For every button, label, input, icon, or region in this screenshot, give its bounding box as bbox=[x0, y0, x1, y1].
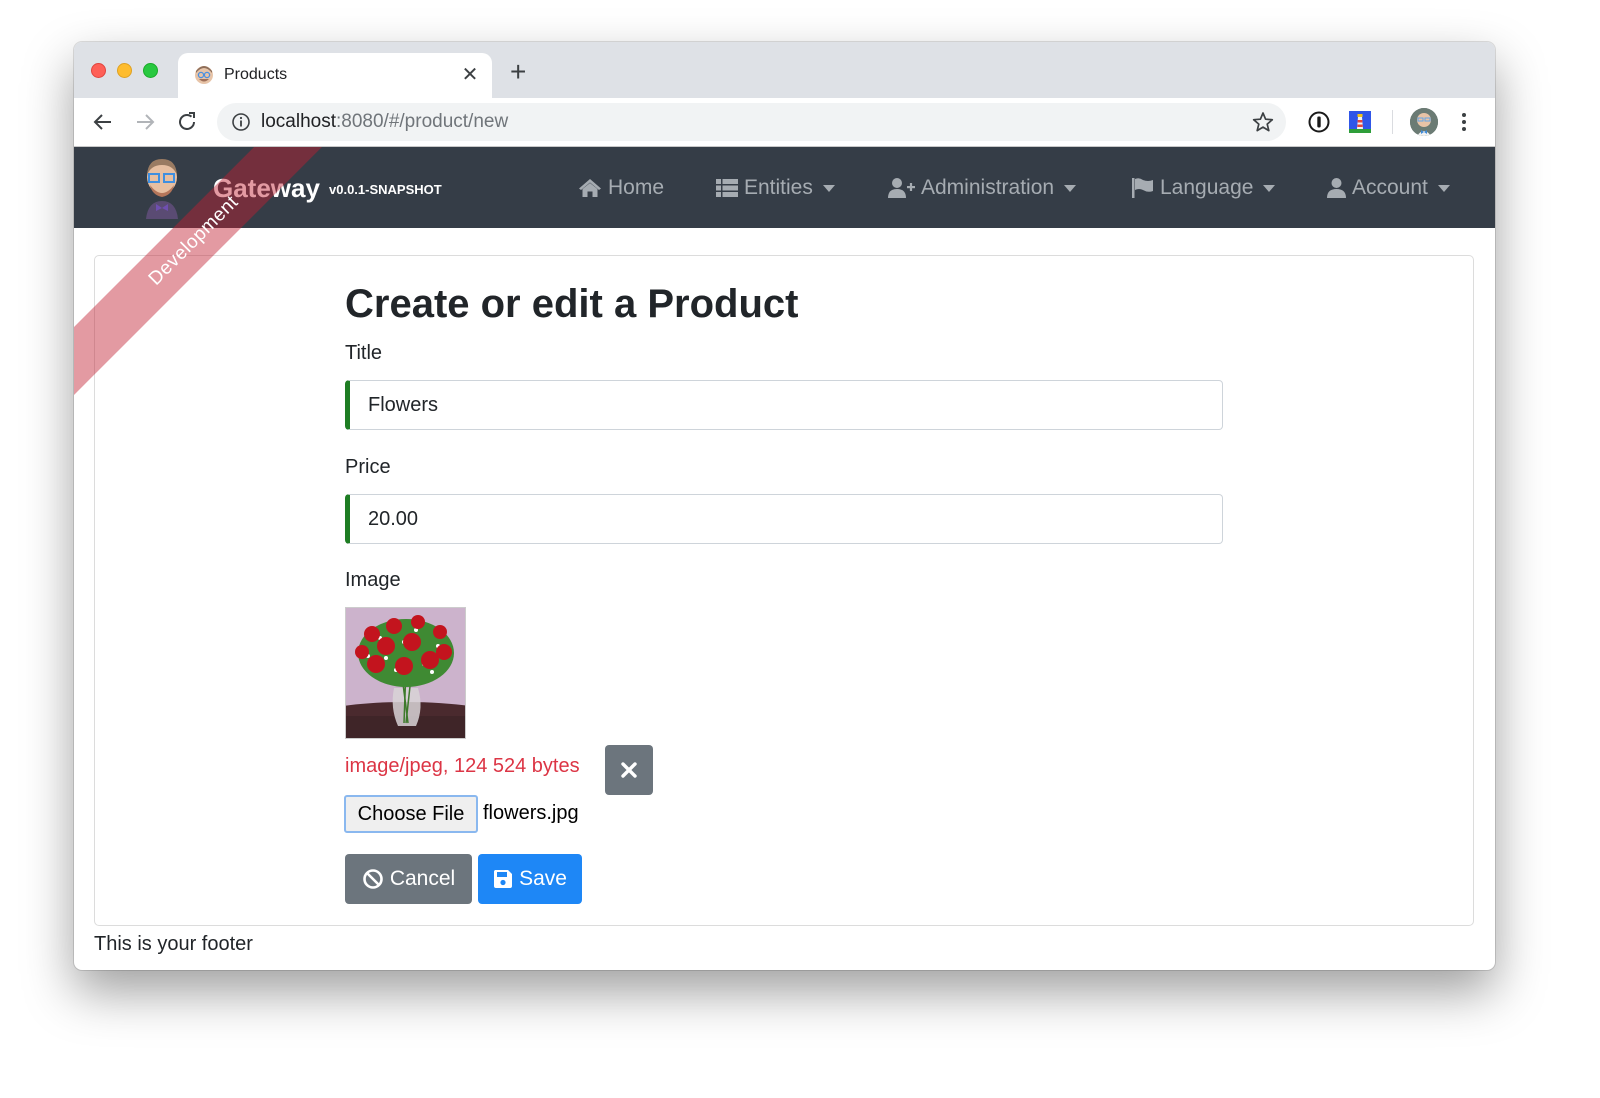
save-button[interactable]: Save bbox=[478, 854, 582, 904]
star-icon[interactable] bbox=[1252, 111, 1274, 133]
flowers-image bbox=[346, 608, 465, 738]
browser-window: Products ✕ + localhost:8080/#/product/ne… bbox=[74, 42, 1495, 970]
page-footer: This is your footer bbox=[94, 933, 253, 955]
save-label: Save bbox=[519, 867, 567, 890]
kebab-menu-icon[interactable] bbox=[1457, 110, 1471, 134]
choose-file-button[interactable]: Choose File bbox=[344, 795, 478, 833]
title-label: Title bbox=[345, 342, 383, 364]
url-text: localhost:8080/#/product/new bbox=[261, 111, 509, 132]
maximize-window-button[interactable] bbox=[143, 63, 158, 78]
clear-image-button[interactable] bbox=[605, 745, 653, 795]
chosen-file-name: flowers.jpg bbox=[483, 802, 579, 824]
content-card bbox=[94, 255, 1474, 926]
chevron-down-icon bbox=[1263, 184, 1276, 192]
nav-entities[interactable]: Entities bbox=[716, 174, 835, 202]
avatar-favicon-icon bbox=[195, 66, 213, 84]
profile-avatar-icon bbox=[1410, 108, 1438, 136]
close-window-button[interactable] bbox=[91, 63, 106, 78]
nav-entities-label: Entities bbox=[744, 176, 813, 199]
nav-account[interactable]: Account bbox=[1327, 174, 1450, 202]
back-button[interactable] bbox=[89, 108, 117, 136]
brand-logo[interactable] bbox=[140, 157, 184, 219]
brand-title[interactable]: Gateway bbox=[213, 173, 320, 204]
back-arrow-icon bbox=[93, 114, 111, 130]
forward-button[interactable] bbox=[131, 108, 159, 136]
app-navbar: Gateway v0.0.1-SNAPSHOT Home Entities Ad… bbox=[74, 147, 1495, 228]
reload-button[interactable] bbox=[173, 108, 201, 136]
chevron-down-icon bbox=[822, 184, 835, 192]
title-input[interactable] bbox=[345, 380, 1223, 430]
close-tab-icon[interactable]: ✕ bbox=[458, 62, 482, 87]
profile-avatar[interactable] bbox=[1410, 108, 1438, 136]
price-input[interactable] bbox=[345, 494, 1223, 544]
address-bar[interactable]: localhost:8080/#/product/new bbox=[217, 103, 1286, 141]
nav-language-label: Language bbox=[1160, 176, 1254, 199]
reload-icon bbox=[179, 112, 195, 130]
nav-administration[interactable]: Administration bbox=[888, 174, 1077, 202]
cancel-button[interactable]: Cancel bbox=[345, 854, 472, 904]
brand-version: v0.0.1-SNAPSHOT bbox=[329, 182, 442, 197]
save-icon bbox=[494, 870, 513, 888]
nav-administration-label: Administration bbox=[921, 176, 1055, 199]
toolbar-divider bbox=[1392, 110, 1393, 134]
nav-home[interactable]: Home bbox=[578, 174, 664, 202]
close-icon bbox=[621, 762, 637, 778]
browser-toolbar: localhost:8080/#/product/new bbox=[74, 98, 1495, 147]
chevron-down-icon bbox=[1437, 184, 1450, 192]
chevron-down-icon bbox=[1064, 184, 1077, 192]
browser-tab-products[interactable]: Products ✕ bbox=[178, 53, 492, 98]
user-plus-icon bbox=[888, 178, 915, 198]
lighthouse-icon[interactable] bbox=[1348, 110, 1372, 134]
user-icon bbox=[1327, 178, 1346, 198]
new-tab-button[interactable]: + bbox=[510, 58, 526, 86]
forward-arrow-icon bbox=[137, 114, 155, 130]
list-icon bbox=[716, 179, 738, 197]
image-meta-text: image/jpeg, 124 524 bytes bbox=[345, 755, 580, 777]
home-icon bbox=[579, 179, 601, 197]
tab-strip: Products ✕ + bbox=[74, 42, 1495, 98]
1password-icon[interactable] bbox=[1307, 110, 1331, 134]
nav-home-label: Home bbox=[608, 176, 665, 199]
nav-account-label: Account bbox=[1352, 176, 1428, 199]
image-label: Image bbox=[345, 569, 401, 591]
nav-language[interactable]: Language bbox=[1132, 174, 1276, 202]
price-label: Price bbox=[345, 456, 391, 478]
cancel-label: Cancel bbox=[389, 867, 456, 890]
flag-icon bbox=[1132, 178, 1153, 198]
ban-icon bbox=[363, 869, 383, 889]
page-title: Create or edit a Product bbox=[345, 282, 799, 326]
minimize-window-button[interactable] bbox=[117, 63, 132, 78]
image-preview bbox=[345, 607, 466, 739]
info-icon[interactable] bbox=[231, 112, 251, 132]
tab-title: Products bbox=[224, 66, 288, 83]
